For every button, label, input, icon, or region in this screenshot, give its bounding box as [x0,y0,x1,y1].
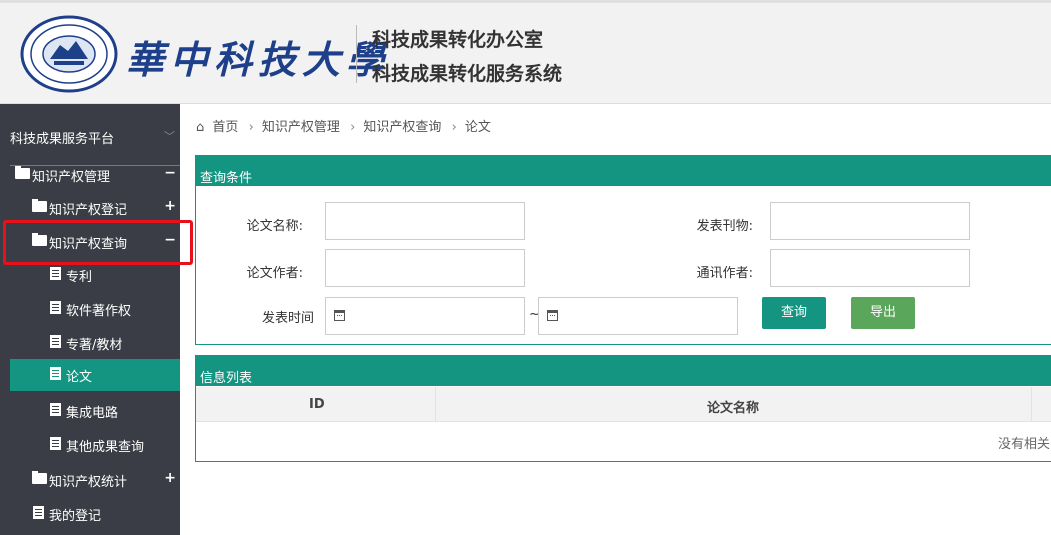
university-seal-logo [20,15,118,93]
chevron-down-icon: ﹀ [164,130,175,143]
header-divider [356,25,357,83]
sidebar-item-ip-statistics[interactable]: 知识产权统计 + [10,464,180,496]
sidebar-item-ip-management[interactable]: 知识产权管理 − [10,159,180,191]
breadcrumb-ip-query[interactable]: 知识产权查询 [363,120,441,135]
system-title: 科技成果转化服务系统 [372,63,563,85]
document-icon [33,506,44,519]
annotation-highlight-box [3,220,193,265]
breadcrumb: ⌂ 首页 › 知识产权管理 › 知识产权查询 › 论文 [196,116,495,135]
sidebar-item-integrated-circuit[interactable]: 集成电路 [10,395,180,427]
calendar-icon [334,310,345,321]
university-name-logo: 華中科技大學 [126,37,391,82]
sidebar-item-paper[interactable]: 论文 [10,359,180,391]
sidebar-item-label: 其他成果查询 [66,440,145,455]
sidebar-item-label: 知识产权登记 [49,203,128,218]
platform-label: 科技成果服务平台 [10,132,115,147]
expand-icon: + [164,198,176,214]
folder-icon [15,166,30,179]
sidebar-item-label: 知识产权管理 [32,170,111,185]
expand-icon: + [164,470,176,486]
chevron-right-icon: › [451,120,457,135]
publish-date-end-input[interactable] [538,297,738,335]
folder-icon [32,199,47,212]
journal-input[interactable] [770,202,970,240]
sidebar-item-label: 知识产权统计 [49,475,128,490]
journal-label: 发表刊物: [696,219,753,234]
document-icon [50,403,61,416]
list-panel: 信息列表 ID 论文名称 没有相关 [195,355,1051,462]
paper-name-input[interactable] [325,202,525,240]
sidebar-item-label: 我的登记 [49,509,102,524]
publish-time-label: 发表时间 [261,311,314,326]
calendar-icon [547,310,558,321]
sidebar-item-label: 软件著作权 [66,304,132,319]
author-label: 论文作者: [246,266,303,281]
query-button[interactable]: 查询 [762,297,826,329]
breadcrumb-home[interactable]: 首页 [212,120,238,135]
sidebar-item-label: 专著/教材 [66,338,123,353]
sidebar-item-my-registration[interactable]: 我的登记 [10,498,180,530]
chevron-right-icon: › [248,120,254,135]
platform-menu-header[interactable]: 科技成果服务平台 ﹀ [0,114,180,166]
paper-name-label: 论文名称: [246,219,303,234]
corresponding-author-label: 通讯作者: [696,266,753,281]
column-header-paper-name[interactable]: 论文名称 [707,397,759,416]
sidebar-item-monograph[interactable]: 专著/教材 [10,327,180,359]
sidebar-item-label: 集成电路 [66,406,119,421]
sidebar-item-software-copyright[interactable]: 软件著作权 [10,293,180,325]
empty-table-message: 没有相关 [998,437,1051,452]
chevron-right-icon: › [350,120,356,135]
list-panel-title: 信息列表 [196,356,1051,386]
document-icon [50,367,61,380]
document-icon [50,335,61,348]
document-icon [50,301,61,314]
column-divider [1031,387,1032,422]
publish-date-start-input[interactable] [325,297,525,335]
table-header: ID 论文名称 [196,387,1051,422]
column-divider [435,387,436,422]
corresponding-author-input[interactable] [770,249,970,287]
header: 華中科技大學 科技成果转化办公室 科技成果转化服务系统 [0,0,1051,104]
column-header-id[interactable]: ID [309,397,325,412]
document-icon [50,267,61,280]
folder-icon [32,471,47,484]
export-button[interactable]: 导出 [851,297,915,329]
office-title: 科技成果转化办公室 [372,29,544,51]
sidebar-item-label: 专利 [66,270,93,285]
sidebar-item-other-results[interactable]: 其他成果查询 [10,429,180,461]
sidebar-item-label: 论文 [66,370,93,385]
collapse-icon: − [164,165,176,181]
author-input[interactable] [325,249,525,287]
query-panel-title: 查询条件 [196,156,1051,186]
document-icon [50,437,61,450]
sidebar: 科技成果服务平台 ﹀ 知识产权管理 − 知识产权登记 + 知识产权查询 − 专利… [0,104,180,535]
breadcrumb-ip-management[interactable]: 知识产权管理 [262,120,340,135]
home-icon: ⌂ [196,120,205,135]
breadcrumb-paper: 论文 [464,120,491,135]
query-panel: 查询条件 论文名称: 发表刊物: 论文作者: 通讯作者: 发表时间 ~ 查询 导… [195,155,1051,345]
